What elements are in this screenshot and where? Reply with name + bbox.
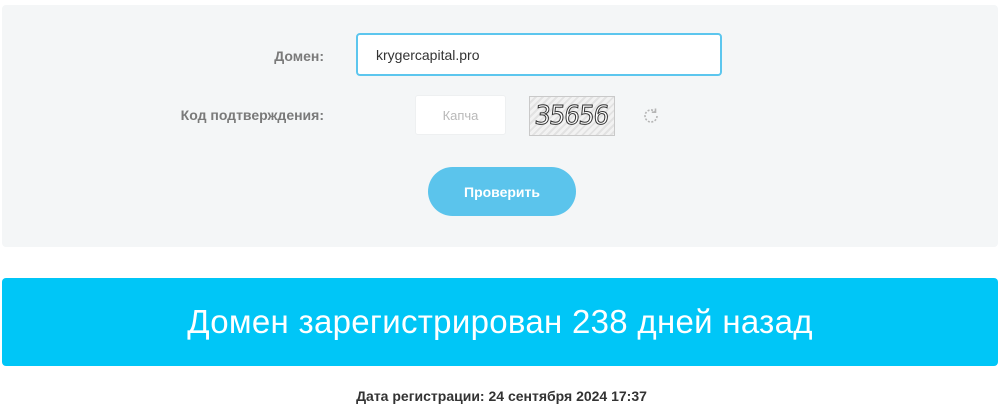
- refresh-icon[interactable]: [640, 105, 662, 127]
- captcha-text: 35656: [533, 101, 611, 132]
- domain-check-form: Домен: Код подтверждения: 35656 Проверит…: [2, 5, 998, 247]
- captcha-input[interactable]: [415, 95, 506, 135]
- check-button[interactable]: Проверить: [428, 167, 576, 216]
- domain-label: Домен:: [274, 48, 324, 64]
- registration-date: Дата регистрации: 24 сентября 2024 17:37: [356, 388, 647, 404]
- captcha-label: Код подтверждения:: [180, 107, 324, 123]
- result-text: Домен зарегистрирован 238 дней назад: [187, 303, 813, 340]
- domain-input[interactable]: [356, 33, 722, 76]
- captcha-image: 35656: [529, 96, 615, 136]
- result-banner: Домен зарегистрирован 238 дней назад: [2, 278, 998, 366]
